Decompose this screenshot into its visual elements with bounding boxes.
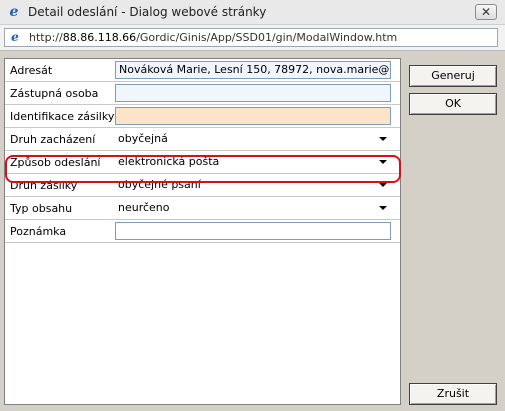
dropdown-arrow-icon[interactable] bbox=[379, 206, 387, 210]
cancel-button[interactable]: Zrušit bbox=[409, 383, 497, 405]
dropdown-arrow-icon[interactable] bbox=[379, 137, 387, 141]
row-recipient: Adresát Nováková Marie, Lesní 150, 78972… bbox=[5, 59, 400, 82]
url-text: http://88.86.118.66/Gordic/Ginis/App/SSD… bbox=[29, 31, 397, 44]
url-prefix: http:// bbox=[29, 31, 63, 44]
row-note: Poznámka bbox=[5, 220, 400, 243]
shipment-id-label: Identifikace zásilky bbox=[10, 110, 115, 123]
url-host: 88.86.118.66 bbox=[62, 31, 137, 44]
recipient-label: Adresát bbox=[10, 64, 53, 77]
substitute-person-input[interactable] bbox=[115, 84, 391, 102]
url-field: e http://88.86.118.66/Gordic/Ginis/App/S… bbox=[4, 28, 498, 47]
row-shipment-id: Identifikace zásilky bbox=[5, 105, 400, 128]
dropdown-arrow-icon[interactable] bbox=[379, 183, 387, 187]
shipment-kind-label: Druh zásilky bbox=[10, 179, 78, 192]
note-label: Poznámka bbox=[10, 225, 67, 238]
handling-type-label: Druh zacházení bbox=[10, 133, 96, 146]
send-method-select[interactable]: elektronická pošta bbox=[115, 153, 391, 171]
substitute-person-label: Zástupná osoba bbox=[10, 87, 99, 100]
handling-type-value: obyčejná bbox=[118, 132, 168, 145]
shipment-kind-select[interactable]: obyčejné psaní bbox=[115, 176, 391, 194]
dropdown-arrow-icon[interactable] bbox=[379, 160, 387, 164]
button-panel: Generuj OK Zrušit bbox=[405, 58, 501, 405]
note-input[interactable] bbox=[115, 222, 391, 240]
content-type-select[interactable]: neurčeno bbox=[115, 199, 391, 217]
send-method-label: Způsob odeslání bbox=[10, 156, 101, 169]
window-title: Detail odeslání - Dialog webové stránky bbox=[28, 5, 267, 19]
row-shipment-kind: Druh zásilky obyčejné psaní bbox=[5, 174, 400, 197]
recipient-input[interactable]: Nováková Marie, Lesní 150, 78972, nova.m… bbox=[115, 61, 391, 79]
row-content-type: Typ obsahu neurčeno bbox=[5, 197, 400, 220]
window-title-bar: e Detail odeslání - Dialog webové stránk… bbox=[0, 0, 505, 25]
content-type-value: neurčeno bbox=[118, 201, 170, 214]
content-type-label: Typ obsahu bbox=[10, 202, 73, 215]
row-send-method: Způsob odeslání elektronická pošta bbox=[5, 151, 400, 174]
generate-button[interactable]: Generuj bbox=[409, 65, 497, 87]
handling-type-select[interactable]: obyčejná bbox=[115, 130, 391, 148]
internet-explorer-icon: e bbox=[9, 4, 19, 20]
url-path: /Gordic/Ginis/App/SSD01/gin/ModalWindow.… bbox=[136, 31, 398, 44]
row-substitute-person: Zástupná osoba bbox=[5, 82, 400, 105]
send-method-value: elektronická pošta bbox=[118, 155, 220, 168]
close-button[interactable]: ✕ bbox=[475, 4, 497, 20]
shipment-kind-value: obyčejné psaní bbox=[118, 178, 201, 191]
address-bar: e http://88.86.118.66/Gordic/Ginis/App/S… bbox=[0, 25, 505, 51]
page-icon: e bbox=[11, 30, 19, 44]
shipment-form: Adresát Nováková Marie, Lesní 150, 78972… bbox=[4, 58, 401, 405]
row-handling-type: Druh zacházení obyčejná bbox=[5, 128, 400, 151]
shipment-id-input[interactable] bbox=[115, 107, 391, 125]
ok-button[interactable]: OK bbox=[409, 93, 497, 115]
